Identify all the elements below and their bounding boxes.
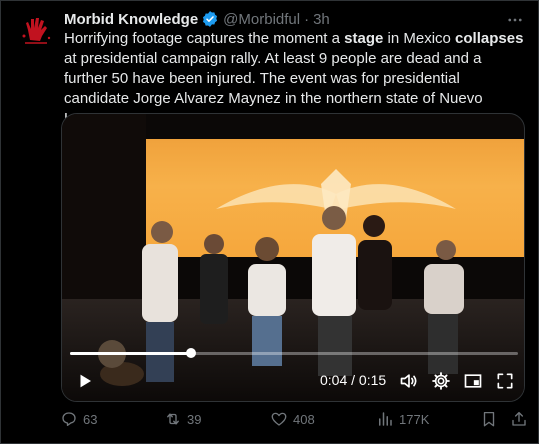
video-progress-knob[interactable] <box>185 348 196 358</box>
author-name[interactable]: Morbid Knowledge <box>64 11 198 28</box>
picture-in-picture-icon[interactable] <box>462 370 484 392</box>
like-button[interactable]: 408 <box>270 410 315 428</box>
fullscreen-icon[interactable] <box>494 370 516 392</box>
play-icon[interactable] <box>74 370 96 392</box>
like-heart-icon <box>271 412 287 426</box>
video-timecode: 0:04 / 0:15 <box>320 372 386 388</box>
reply-button[interactable]: 63 <box>60 410 97 428</box>
post-header: Morbid Knowledge @Morbidful · 3h <box>64 9 330 29</box>
settings-gear-icon[interactable] <box>430 370 452 392</box>
video-player[interactable]: 0:04 / 0:15 <box>61 113 525 402</box>
post-text-part: Horrifying footage captures the moment a <box>64 30 345 47</box>
author-handle[interactable]: @Morbidful <box>223 11 300 28</box>
duration: 0:15 <box>358 372 387 388</box>
current-time: 0:04 <box>320 372 348 388</box>
post-action-bar: 63 39 408 177K <box>60 410 530 432</box>
volume-icon[interactable] <box>398 370 420 392</box>
bookmark-icon <box>483 411 495 427</box>
separator-dot: · <box>304 10 310 28</box>
bookmark-button[interactable] <box>480 410 498 428</box>
verified-badge-icon <box>201 10 219 28</box>
like-count: 408 <box>293 411 315 427</box>
hand-print-avatar-icon <box>16 10 56 50</box>
views-chart-icon <box>379 412 392 426</box>
reply-count: 63 <box>83 411 98 427</box>
post-text-part: in Mexico <box>383 30 456 47</box>
post-text-bold: collapses <box>455 30 524 47</box>
share-button[interactable] <box>510 410 528 428</box>
share-icon <box>512 411 526 426</box>
video-progress-bar[interactable] <box>70 348 518 358</box>
avatar[interactable] <box>16 10 56 50</box>
time-divider: / <box>347 372 359 388</box>
post-text-bold: stage <box>344 30 384 47</box>
repost-icon <box>167 413 179 425</box>
reply-icon <box>62 412 76 427</box>
repost-button[interactable]: 39 <box>164 410 201 428</box>
video-progress-fill <box>70 352 191 355</box>
views-count: 177K <box>399 411 430 427</box>
repost-count: 39 <box>187 411 202 427</box>
post-time[interactable]: 3h <box>313 11 330 28</box>
views-button[interactable]: 177K <box>376 410 429 428</box>
video-people-image <box>98 206 464 386</box>
more-options-icon[interactable] <box>505 10 525 30</box>
